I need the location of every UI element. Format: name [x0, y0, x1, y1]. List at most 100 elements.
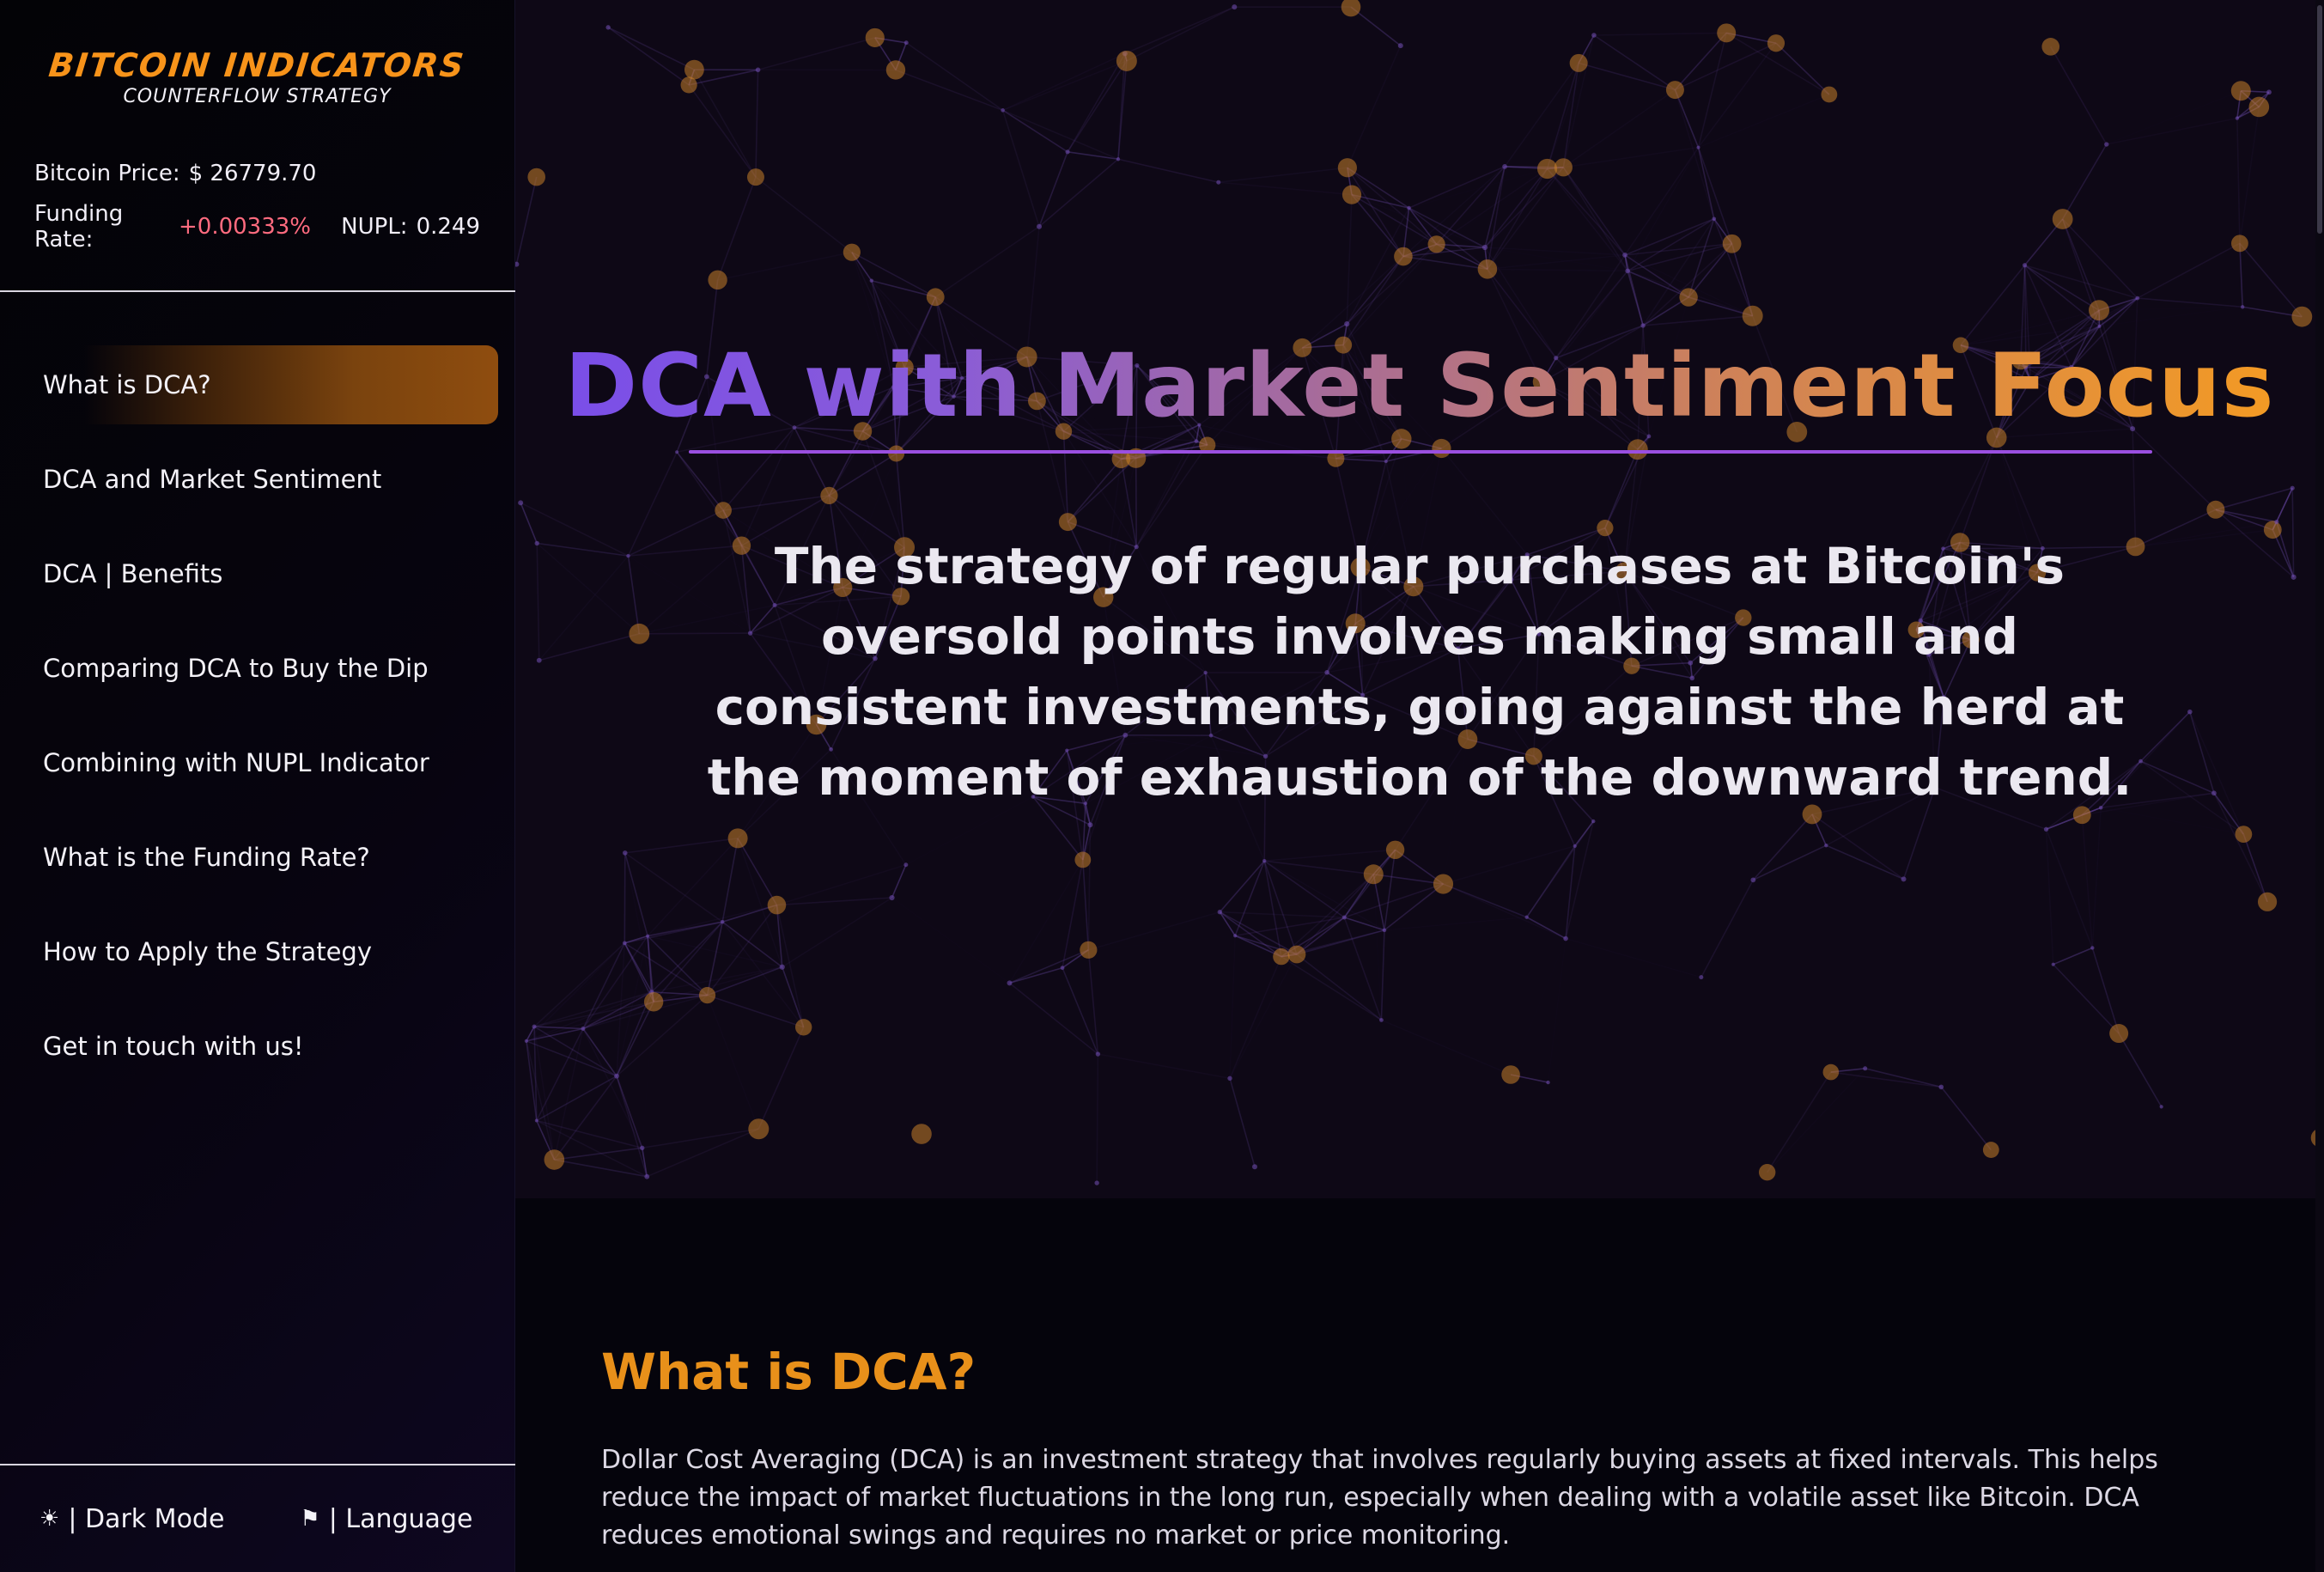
bitcoin-price-label: Bitcoin Price:	[34, 161, 180, 186]
network-node	[1767, 34, 1786, 52]
network-node	[1982, 1142, 1999, 1158]
network-link	[1643, 314, 1753, 326]
network-node	[1341, 0, 1361, 17]
network-link	[851, 251, 936, 298]
network-node	[1074, 851, 1092, 868]
nav-item-combining-nupl[interactable]: Combining with NUPL Indicator	[17, 723, 498, 802]
network-link	[1697, 147, 1715, 219]
network-link	[1409, 168, 1548, 208]
network-link	[533, 1026, 618, 1077]
nav-item-apply-strategy[interactable]: How to Apply the Strategy	[17, 912, 498, 991]
network-link	[2236, 118, 2241, 244]
network-node	[2274, 519, 2279, 525]
network-link	[2291, 488, 2295, 577]
network-link	[1546, 168, 1628, 271]
network-node	[2240, 305, 2245, 309]
network-link	[1067, 457, 1137, 523]
sun-icon: ☀	[40, 1506, 60, 1532]
network-link	[624, 852, 648, 936]
network-link	[1001, 110, 1040, 228]
network-link	[624, 852, 723, 923]
network-link	[1263, 861, 1282, 957]
network-link	[554, 1159, 648, 1178]
dark-mode-label: | Dark Mode	[68, 1503, 225, 1534]
sidebar-nav: What is DCA? DCA and Market Sentiment DC…	[17, 345, 498, 1101]
network-link	[538, 633, 640, 661]
network-link	[723, 495, 830, 511]
network-link	[707, 994, 804, 1028]
nav-item-contact[interactable]: Get in touch with us!	[17, 1007, 498, 1086]
network-link	[693, 69, 757, 178]
network-node	[1563, 935, 1568, 941]
network-node	[1477, 259, 1498, 279]
network-node	[1427, 235, 1445, 253]
network-link	[676, 451, 724, 511]
network-link	[2024, 265, 2100, 311]
network-node	[1344, 320, 1350, 327]
network-node	[1080, 941, 1098, 959]
network-link	[653, 966, 782, 1003]
network-link	[2045, 829, 2094, 948]
network-node	[1007, 980, 1013, 986]
network-link	[2062, 218, 2138, 299]
nav-item-dca-benefits[interactable]: DCA | Benefits	[17, 534, 498, 613]
network-link	[1688, 148, 1698, 297]
market-stats: Bitcoin Price: $ 26779.70 Funding Rate: …	[0, 147, 514, 253]
nav-item-what-is-dca[interactable]: What is DCA?	[17, 345, 498, 424]
nav-item-comparing-dca-buy-dip[interactable]: Comparing DCA to Buy the Dip	[17, 629, 498, 708]
network-link	[1234, 860, 1265, 936]
nupl-value: 0.249	[416, 214, 480, 240]
network-link	[2189, 711, 2215, 794]
network-node	[911, 1124, 932, 1144]
nav-item-dca-market-sentiment[interactable]: DCA and Market Sentiment	[17, 440, 498, 519]
hero-title: DCA with Market Sentiment Focus	[515, 335, 2324, 437]
network-node	[640, 1145, 645, 1151]
brand[interactable]: BITCOIN INDICATORS COUNTERFLOW STRATEGY	[0, 0, 514, 107]
network-node	[622, 941, 627, 946]
language-button[interactable]: ⚑ | Language	[300, 1504, 472, 1534]
funding-rate-value: +0.00333%	[179, 214, 312, 240]
network-link	[1038, 151, 1068, 228]
network-link	[1627, 271, 1644, 326]
network-link	[1067, 52, 1126, 153]
network-link	[1296, 929, 1385, 955]
network-node	[889, 894, 895, 901]
network-link	[1264, 849, 1396, 862]
nav-item-funding-rate[interactable]: What is the Funding Rate?	[17, 818, 498, 897]
scrollbar-thumb[interactable]	[2317, 5, 2322, 234]
dark-mode-toggle[interactable]: ☀ | Dark Mode	[40, 1504, 224, 1534]
network-link	[1408, 166, 1506, 209]
network-link	[2136, 522, 2277, 547]
brand-title: BITCOIN INDICATORS	[46, 46, 468, 84]
price-row: Bitcoin Price: $ 26779.70	[34, 147, 480, 200]
sidebar: BITCOIN INDICATORS COUNTERFLOW STRATEGY …	[0, 0, 515, 1572]
network-link	[1865, 1069, 1992, 1150]
network-link	[2053, 964, 2120, 1034]
nav-item-label: Comparing DCA to Buy the Dip	[43, 654, 429, 683]
network-link	[582, 991, 653, 1030]
network-node	[1524, 915, 1529, 919]
network-node	[1341, 185, 1362, 204]
network-node	[1569, 53, 1588, 72]
network-node	[843, 243, 861, 261]
network-link	[1578, 62, 1676, 91]
hero-title-underline	[689, 450, 2152, 454]
network-node	[534, 540, 539, 546]
network-link	[1346, 243, 1438, 325]
network-node	[1750, 877, 1756, 883]
network-link	[1296, 954, 1382, 1021]
network-link	[1675, 42, 1777, 91]
network-node	[675, 450, 679, 454]
network-link	[1546, 168, 1626, 256]
network-node	[1863, 1066, 1868, 1071]
page-scrollbar[interactable]	[2315, 0, 2324, 1572]
network-node	[698, 987, 716, 1004]
network-node	[888, 445, 905, 462]
network-link	[1117, 158, 1219, 183]
network-node	[865, 27, 885, 48]
nupl-label: NUPL:	[341, 214, 408, 240]
network-node	[1536, 158, 1558, 180]
network-link	[2276, 487, 2293, 522]
network-node	[2089, 300, 2110, 321]
network-node	[767, 895, 787, 915]
